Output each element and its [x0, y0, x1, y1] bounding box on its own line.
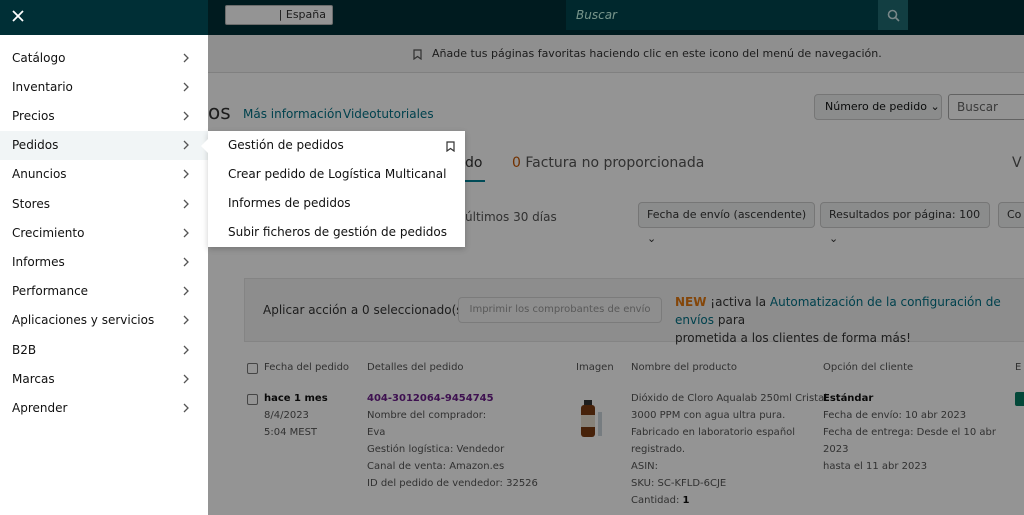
chevron-right-icon: [183, 53, 189, 62]
sidebar-item-label: Pedidos: [12, 138, 59, 153]
sidebar-item-b2b[interactable]: B2B: [0, 335, 208, 364]
sidebar-item-pedidos[interactable]: Pedidos: [0, 130, 208, 160]
bookmark-icon[interactable]: [446, 141, 455, 152]
sidebar-item-aprender[interactable]: Aprender: [0, 393, 208, 422]
sidebar-item-catalogo[interactable]: Catálogo: [0, 43, 208, 72]
sidebar-item-label: Anuncios: [12, 167, 67, 182]
sidebar-item-precios[interactable]: Precios: [0, 101, 208, 130]
sidebar-item-label: Precios: [12, 108, 55, 123]
sidebar-item-label: Informes: [12, 254, 65, 269]
chevron-right-icon: [183, 169, 189, 179]
sidebar-item-marcas[interactable]: Marcas: [0, 364, 208, 393]
sidebar-item-label: Aplicaciones y servicios: [12, 313, 155, 328]
sidebar-item-performance[interactable]: Performance: [0, 277, 208, 306]
pedidos-submenu: Gestión de pedidos Crear pedido de Logíst…: [208, 131, 465, 247]
submenu-item-gestion-de-pedidos[interactable]: Gestión de pedidos: [228, 138, 344, 152]
chevron-right-icon: [183, 199, 189, 208]
sidebar-item-anuncios[interactable]: Anuncios: [0, 160, 208, 189]
submenu-item-informes-de-pedidos[interactable]: Informes de pedidos: [228, 196, 351, 210]
chevron-right-icon: [183, 228, 189, 238]
sidebar-item-label: Stores: [12, 196, 50, 211]
sidebar-item-crecimiento[interactable]: Crecimiento: [0, 218, 208, 247]
sidebar-item-label: Aprender: [12, 400, 68, 415]
chevron-right-icon: [183, 345, 189, 354]
close-menu-button[interactable]: [8, 6, 28, 26]
sidebar-item-inventario[interactable]: Inventario: [0, 72, 208, 101]
chevron-right-icon: [183, 315, 189, 325]
submenu-pointer: [201, 138, 209, 154]
side-navigation-menu: Catálogo Inventario Precios Pedidos Anuncios…: [0, 0, 208, 515]
side-navigation-header: [0, 0, 208, 35]
chevron-right-icon: [183, 257, 189, 267]
sidebar-item-label: Catálogo: [12, 50, 66, 65]
sidebar-item-label: Crecimiento: [12, 225, 85, 240]
sidebar-item-label: Marcas: [12, 371, 55, 386]
sidebar-item-aplicaciones-y-servicios[interactable]: Aplicaciones y servicios: [0, 306, 208, 335]
sidebar-item-label: Performance: [12, 284, 89, 299]
sidebar-item-informes[interactable]: Informes: [0, 247, 208, 276]
submenu-item-crear-pedido-de-logistica-multicanal[interactable]: Crear pedido de Logística Multicanal: [228, 167, 446, 181]
sidebar-item-stores[interactable]: Stores: [0, 189, 208, 218]
chevron-right-icon: [183, 403, 189, 413]
sidebar-item-label: B2B: [12, 342, 37, 357]
chevron-right-icon: [183, 82, 189, 92]
chevron-right-icon: [183, 286, 189, 296]
submenu-item-subir-ficheros-de-gestion-de-pedidos[interactable]: Subir ficheros de gestión de pedidos: [228, 225, 447, 239]
close-icon: [12, 10, 24, 22]
chevron-right-icon: [183, 374, 189, 384]
chevron-right-icon: [183, 111, 189, 121]
chevron-right-icon: [183, 140, 189, 150]
sidebar-item-label: Inventario: [12, 79, 73, 94]
